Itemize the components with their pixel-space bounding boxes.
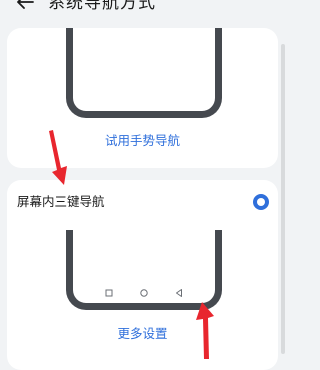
annotation-arrow-up-icon — [196, 302, 214, 359]
circle-icon — [140, 289, 148, 297]
arrow-left-icon[interactable] — [15, 0, 35, 10]
scrollbar[interactable] — [281, 44, 285, 354]
gesture-phone-illustration — [66, 28, 222, 118]
page-title: 系统导航方式 — [48, 0, 156, 13]
annotation-arrow-down-icon — [49, 130, 67, 185]
title-bar: 系统导航方式 — [0, 0, 285, 18]
three-key-navigation-card[interactable]: 屏幕内三键导航 更多设置 — [7, 180, 278, 370]
nav-keys-row — [73, 286, 215, 300]
triangle-left-icon — [176, 289, 182, 297]
three-key-navigation-label: 屏幕内三键导航 — [17, 194, 105, 209]
three-key-phone-illustration — [66, 230, 222, 310]
more-settings-link[interactable]: 更多设置 — [7, 326, 278, 342]
three-key-navigation-radio[interactable] — [253, 194, 269, 210]
square-icon — [105, 289, 113, 297]
